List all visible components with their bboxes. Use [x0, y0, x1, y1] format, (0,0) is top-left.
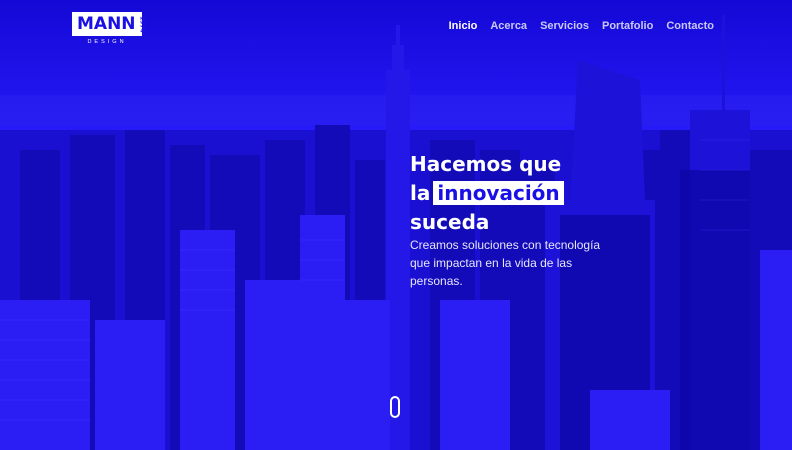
nav-item-inicio[interactable]: Inicio: [449, 20, 478, 32]
headline-prefix: la: [410, 181, 431, 205]
main-nav: Inicio Acerca Servicios Portafolio Conta…: [449, 20, 714, 32]
logo-year: 1974: [138, 15, 146, 33]
headline-line-1: Hacemos que: [410, 152, 562, 176]
brand-logo[interactable]: MANN 1974 DESIGN: [72, 12, 146, 45]
hero-subtitle: Creamos soluciones con tecnología que im…: [410, 238, 601, 288]
logo-subtitle: DESIGN: [87, 39, 127, 45]
city-skyline-background: [0, 0, 792, 450]
nav-item-servicios[interactable]: Servicios: [540, 20, 589, 32]
headline-line-3: suceda: [410, 210, 490, 234]
hero-section: MANN 1974 DESIGN Inicio Acerca Servicios…: [0, 0, 792, 450]
headline-line-2: la innovación: [410, 179, 564, 208]
hero-headline: Hacemos que la innovación suceda: [410, 150, 564, 237]
logo-word: MANN: [77, 14, 136, 34]
logo-wordmark: MANN 1974: [72, 12, 146, 36]
nav-item-contacto[interactable]: Contacto: [666, 20, 714, 32]
headline-highlight: innovación: [433, 181, 564, 205]
mouse-scroll-icon[interactable]: [390, 396, 400, 418]
nav-item-acerca[interactable]: Acerca: [490, 20, 527, 32]
nav-item-portafolio[interactable]: Portafolio: [602, 20, 653, 32]
